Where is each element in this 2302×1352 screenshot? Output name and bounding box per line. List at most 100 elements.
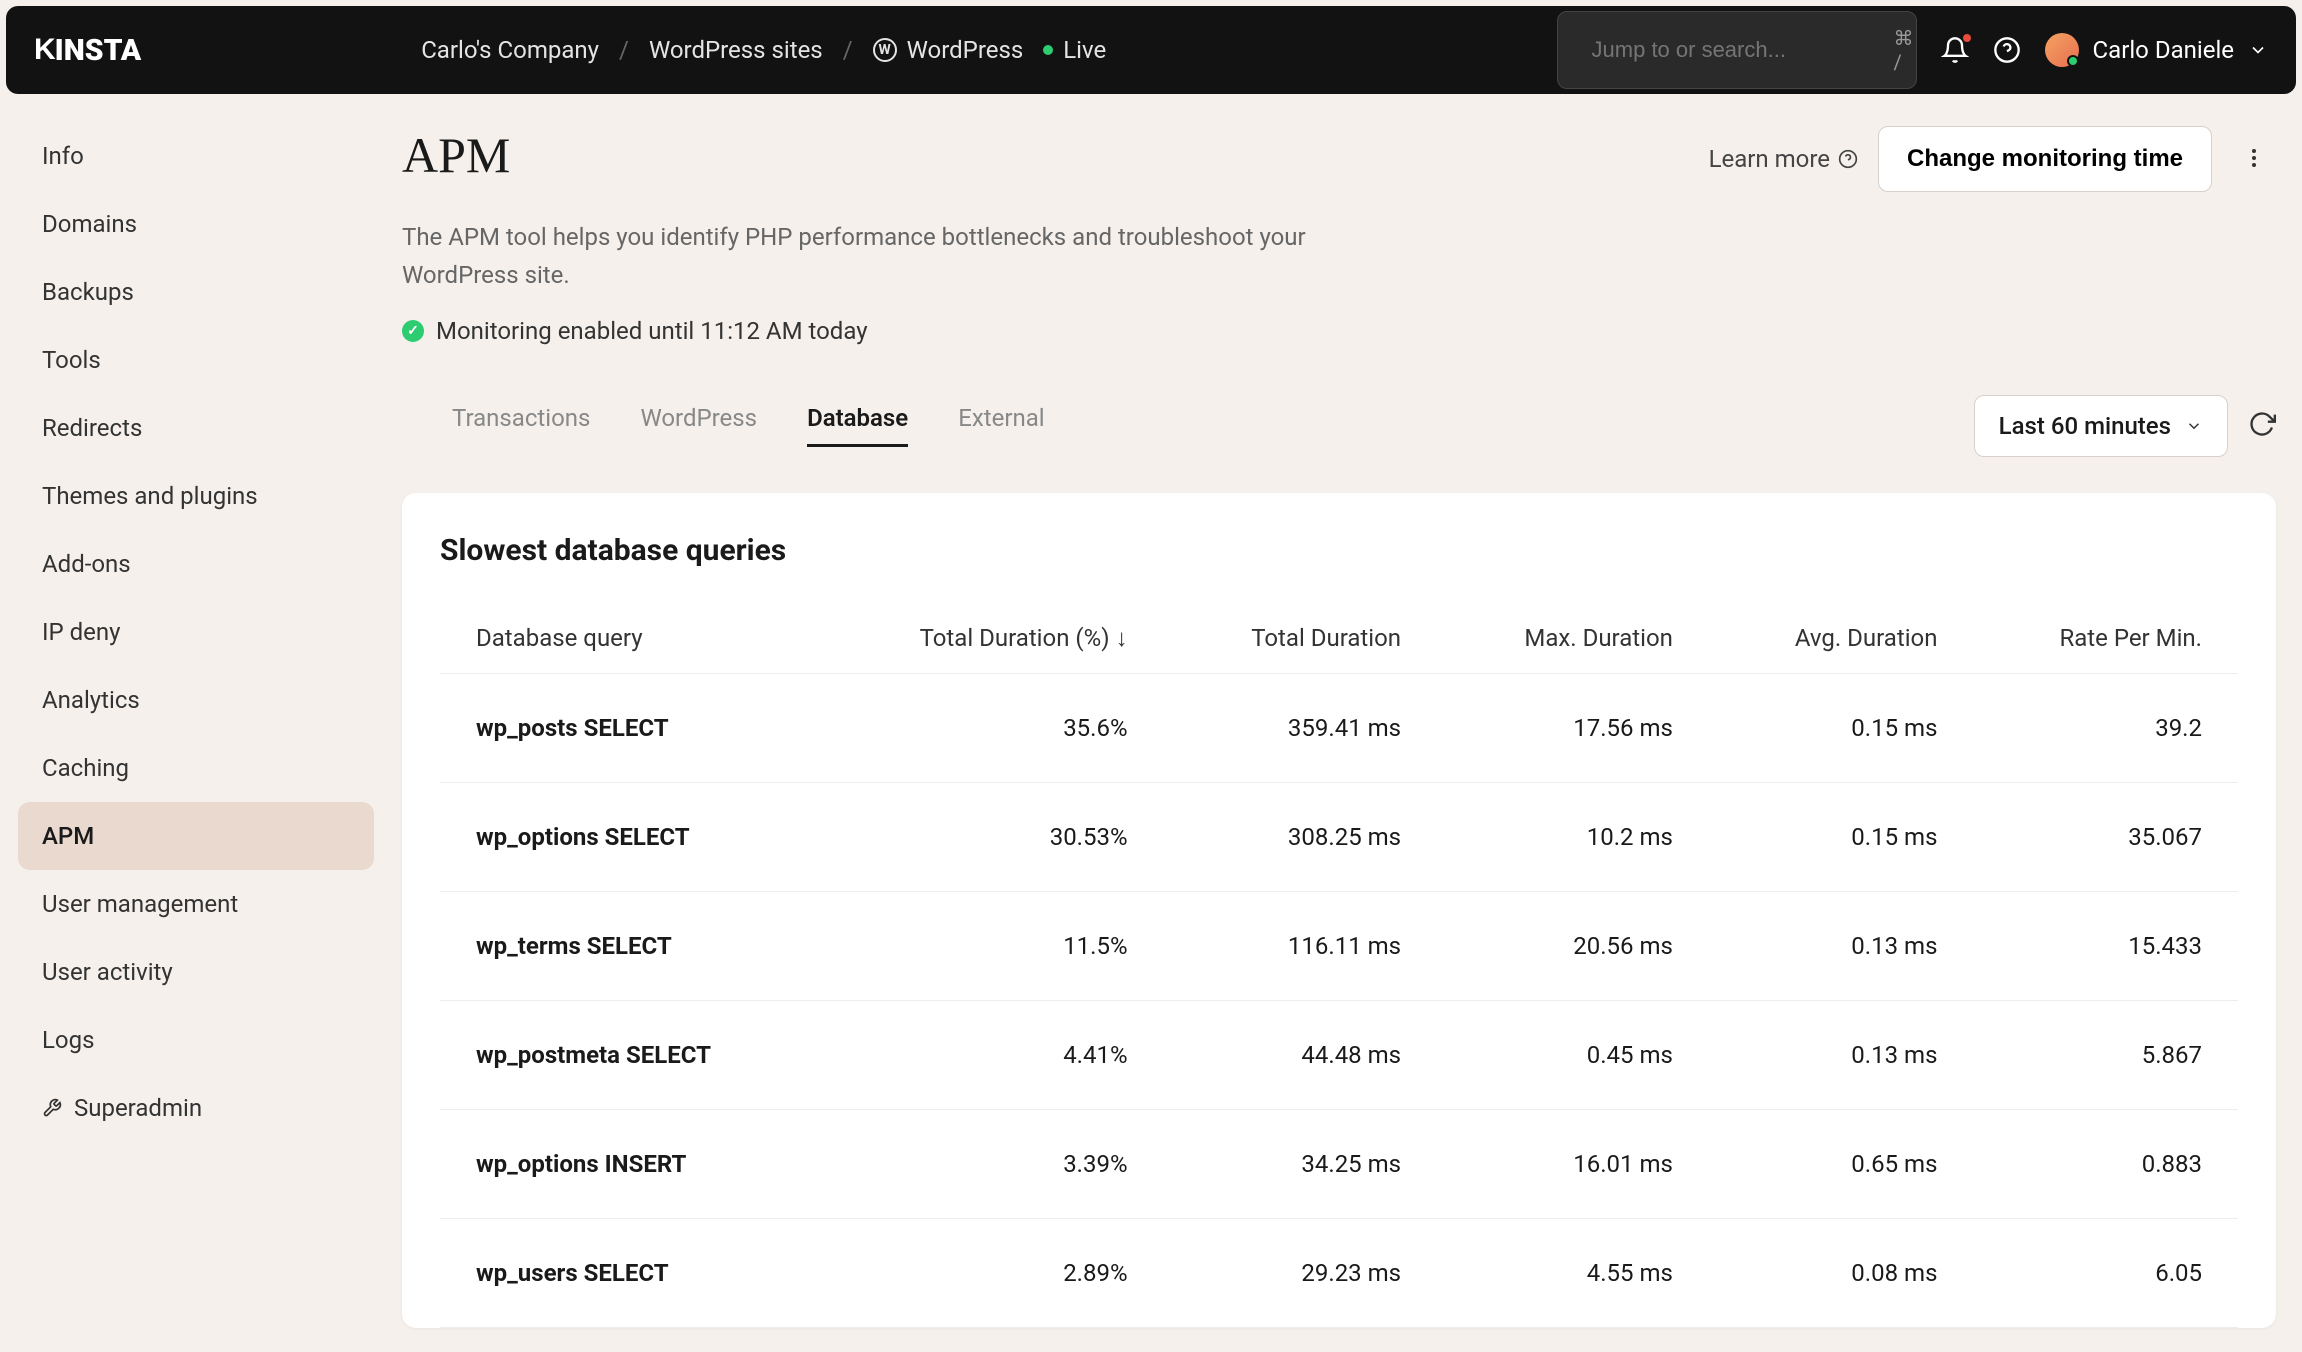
breadcrumb-site[interactable]: W WordPress — [873, 36, 1024, 64]
cell-avg: 0.65 ms — [1709, 1109, 1974, 1218]
breadcrumb-sites[interactable]: WordPress sites — [649, 36, 823, 64]
notifications-button[interactable] — [1941, 36, 1969, 64]
tab-wordpress[interactable]: WordPress — [640, 404, 757, 447]
cell-rate: 35.067 — [1973, 782, 2238, 891]
cell-total: 359.41 ms — [1164, 673, 1438, 782]
more-options-button[interactable] — [2232, 136, 2276, 183]
user-name: Carlo Daniele — [2093, 36, 2234, 64]
learn-more-link[interactable]: Learn more — [1709, 145, 1858, 173]
cell-max: 10.2 ms — [1437, 782, 1709, 891]
cell-pct: 4.41% — [818, 1000, 1163, 1109]
time-range-select[interactable]: Last 60 minutes — [1974, 395, 2228, 457]
cell-rate: 39.2 — [1973, 673, 2238, 782]
cell-max: 17.56 ms — [1437, 673, 1709, 782]
cell-total: 116.11 ms — [1164, 891, 1438, 1000]
tabs-actions: Last 60 minutes — [1974, 395, 2276, 457]
table-row[interactable]: wp_terms SELECT11.5%116.11 ms20.56 ms0.1… — [440, 891, 2238, 1000]
cell-max: 4.55 ms — [1437, 1218, 1709, 1327]
tabs: Transactions WordPress Database External — [402, 404, 1045, 447]
table-row[interactable]: wp_options INSERT3.39%34.25 ms16.01 ms0.… — [440, 1109, 2238, 1218]
logo[interactable]: KKinstaINSTA — [34, 33, 141, 68]
learn-more-label: Learn more — [1709, 145, 1830, 173]
search-input[interactable] — [1592, 37, 1880, 63]
online-status-dot-icon — [2067, 55, 2079, 67]
sidebar-item-tools[interactable]: Tools — [18, 326, 374, 394]
arrow-down-icon: ↓ — [1116, 624, 1128, 653]
column-header[interactable]: Max. Duration — [1437, 604, 1709, 674]
main-content: APM Learn more Change monitoring time Th… — [386, 106, 2296, 1328]
sidebar-item-apm[interactable]: APM — [18, 802, 374, 870]
cell-max: 16.01 ms — [1437, 1109, 1709, 1218]
sidebar: InfoDomainsBackupsToolsRedirectsThemes a… — [6, 106, 386, 1328]
table-row[interactable]: wp_posts SELECT35.6%359.41 ms17.56 ms0.1… — [440, 673, 2238, 782]
table-row[interactable]: wp_users SELECT2.89%29.23 ms4.55 ms0.08 … — [440, 1218, 2238, 1327]
column-header[interactable]: Total Duration — [1164, 604, 1438, 674]
sidebar-item-superadmin[interactable]: Superadmin — [18, 1074, 374, 1142]
refresh-button[interactable] — [2248, 410, 2276, 442]
live-status-dot-icon — [1043, 45, 1053, 55]
sidebar-item-themes-and-plugins[interactable]: Themes and plugins — [18, 462, 374, 530]
help-circle-icon — [1838, 149, 1858, 169]
sidebar-item-user-management[interactable]: User management — [18, 870, 374, 938]
cell-query: wp_users SELECT — [440, 1218, 818, 1327]
table-row[interactable]: wp_options SELECT30.53%308.25 ms10.2 ms0… — [440, 782, 2238, 891]
cell-pct: 3.39% — [818, 1109, 1163, 1218]
sidebar-item-logs[interactable]: Logs — [18, 1006, 374, 1074]
time-range-label: Last 60 minutes — [1999, 412, 2171, 440]
tab-transactions[interactable]: Transactions — [452, 404, 590, 447]
breadcrumb-environment[interactable]: Live — [1043, 36, 1106, 64]
wordpress-icon: W — [873, 38, 897, 62]
breadcrumbs: Carlo's Company / WordPress sites / W Wo… — [421, 36, 1106, 64]
tab-external[interactable]: External — [958, 404, 1044, 447]
cell-pct: 2.89% — [818, 1218, 1163, 1327]
cell-rate: 15.433 — [1973, 891, 2238, 1000]
sidebar-item-redirects[interactable]: Redirects — [18, 394, 374, 462]
tab-database[interactable]: Database — [807, 404, 908, 447]
sidebar-item-ip-deny[interactable]: IP deny — [18, 598, 374, 666]
column-header[interactable]: Rate Per Min. — [1973, 604, 2238, 674]
sidebar-item-label: Superadmin — [74, 1094, 202, 1122]
cell-query: wp_postmeta SELECT — [440, 1000, 818, 1109]
cell-total: 29.23 ms — [1164, 1218, 1438, 1327]
card-title: Slowest database queries — [440, 533, 2238, 568]
cell-avg: 0.15 ms — [1709, 673, 1974, 782]
sidebar-item-add-ons[interactable]: Add-ons — [18, 530, 374, 598]
status-text: Monitoring enabled until 11:12 AM today — [436, 317, 868, 345]
change-monitoring-time-button[interactable]: Change monitoring time — [1878, 126, 2212, 192]
cell-avg: 0.15 ms — [1709, 782, 1974, 891]
sidebar-item-info[interactable]: Info — [18, 122, 374, 190]
tabs-row: Transactions WordPress Database External La… — [402, 395, 2276, 457]
help-button[interactable] — [1993, 36, 2021, 64]
sidebar-item-backups[interactable]: Backups — [18, 258, 374, 326]
cell-max: 20.56 ms — [1437, 891, 1709, 1000]
search-box[interactable]: ⌘ / — [1557, 11, 1917, 89]
top-bar: KKinstaINSTA Carlo's Company / WordPress… — [6, 6, 2296, 94]
page-header: APM Learn more Change monitoring time — [402, 126, 2276, 192]
sidebar-item-analytics[interactable]: Analytics — [18, 666, 374, 734]
cell-query: wp_terms SELECT — [440, 891, 818, 1000]
user-menu[interactable]: Carlo Daniele — [2045, 33, 2268, 67]
queries-table: Database queryTotal Duration (%)↓Total D… — [440, 604, 2238, 1328]
sidebar-item-user-activity[interactable]: User activity — [18, 938, 374, 1006]
cell-avg: 0.13 ms — [1709, 1000, 1974, 1109]
refresh-icon — [2248, 410, 2276, 438]
cell-avg: 0.08 ms — [1709, 1218, 1974, 1327]
breadcrumb-separator: / — [843, 36, 853, 64]
sidebar-item-caching[interactable]: Caching — [18, 734, 374, 802]
sidebar-item-domains[interactable]: Domains — [18, 190, 374, 258]
column-header[interactable]: Database query — [440, 604, 818, 674]
check-circle-icon: ✓ — [402, 320, 424, 342]
cell-total: 34.25 ms — [1164, 1109, 1438, 1218]
table-row[interactable]: wp_postmeta SELECT4.41%44.48 ms0.45 ms0.… — [440, 1000, 2238, 1109]
column-header[interactable]: Avg. Duration — [1709, 604, 1974, 674]
more-vertical-icon — [2242, 146, 2266, 170]
monitoring-status: ✓ Monitoring enabled until 11:12 AM toda… — [402, 317, 2276, 345]
cell-rate: 6.05 — [1973, 1218, 2238, 1327]
page-description: The APM tool helps you identify PHP perf… — [402, 218, 1402, 295]
cell-query: wp_options INSERT — [440, 1109, 818, 1218]
column-header[interactable]: Total Duration (%)↓ — [818, 604, 1163, 674]
breadcrumb-env-label: Live — [1063, 36, 1106, 64]
cell-avg: 0.13 ms — [1709, 891, 1974, 1000]
breadcrumb-company[interactable]: Carlo's Company — [421, 36, 599, 64]
cell-query: wp_options SELECT — [440, 782, 818, 891]
